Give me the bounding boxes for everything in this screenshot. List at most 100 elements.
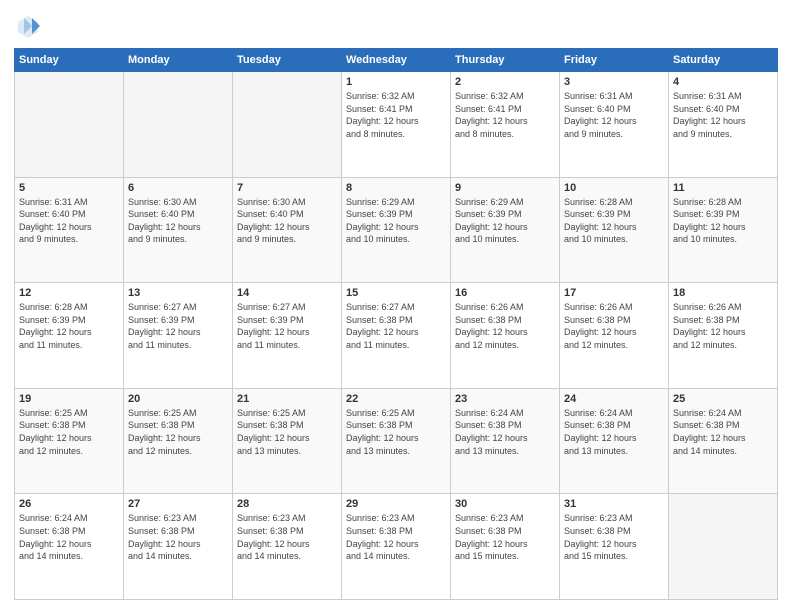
day-info: Sunrise: 6:28 AM Sunset: 6:39 PM Dayligh… [19, 301, 119, 351]
day-info: Sunrise: 6:24 AM Sunset: 6:38 PM Dayligh… [564, 407, 664, 457]
day-number: 15 [346, 287, 446, 299]
header-day-friday: Friday [560, 49, 669, 72]
day-info: Sunrise: 6:26 AM Sunset: 6:38 PM Dayligh… [564, 301, 664, 351]
page: SundayMondayTuesdayWednesdayThursdayFrid… [0, 0, 792, 612]
header-day-monday: Monday [124, 49, 233, 72]
table-row: 27 Sunrise: 6:23 AM Sunset: 6:38 PM Dayli… [124, 494, 233, 600]
day-info: Sunrise: 6:26 AM Sunset: 6:38 PM Dayligh… [673, 301, 773, 351]
table-row [233, 72, 342, 178]
table-row: 18 Sunrise: 6:26 AM Sunset: 6:38 PM Dayli… [669, 283, 778, 389]
header-day-saturday: Saturday [669, 49, 778, 72]
day-info: Sunrise: 6:26 AM Sunset: 6:38 PM Dayligh… [455, 301, 555, 351]
day-info: Sunrise: 6:24 AM Sunset: 6:38 PM Dayligh… [19, 512, 119, 562]
table-row: 8 Sunrise: 6:29 AM Sunset: 6:39 PM Daylig… [342, 177, 451, 283]
day-number: 1 [346, 76, 446, 88]
table-row: 3Sunrise: 6:31 AM Sunset: 6:40 PM Daylig… [560, 72, 669, 178]
table-row: 23 Sunrise: 6:24 AM Sunset: 6:38 PM Dayli… [451, 388, 560, 494]
table-row: 11 Sunrise: 6:28 AM Sunset: 6:39 PM Dayli… [669, 177, 778, 283]
day-number: 8 [346, 182, 446, 194]
day-info: Sunrise: 6:23 AM Sunset: 6:38 PM Dayligh… [455, 512, 555, 562]
table-row: 20 Sunrise: 6:25 AM Sunset: 6:38 PM Dayli… [124, 388, 233, 494]
day-number: 16 [455, 287, 555, 299]
day-info: Sunrise: 6:25 AM Sunset: 6:38 PM Dayligh… [237, 407, 337, 457]
day-number: 21 [237, 393, 337, 405]
table-row [669, 494, 778, 600]
header-day-wednesday: Wednesday [342, 49, 451, 72]
day-number: 27 [128, 498, 228, 510]
day-info: Sunrise: 6:25 AM Sunset: 6:38 PM Dayligh… [128, 407, 228, 457]
day-number: 17 [564, 287, 664, 299]
table-row: 1 Sunrise: 6:32 AM Sunset: 6:41 PM Daylig… [342, 72, 451, 178]
table-row: 26 Sunrise: 6:24 AM Sunset: 6:38 PM Dayli… [15, 494, 124, 600]
day-number: 22 [346, 393, 446, 405]
day-info: Sunrise: 6:28 AM Sunset: 6:39 PM Dayligh… [673, 196, 773, 246]
week-row-1: 1 Sunrise: 6:32 AM Sunset: 6:41 PM Daylig… [15, 72, 778, 178]
day-number: 11 [673, 182, 773, 194]
day-info: Sunrise: 6:28 AM Sunset: 6:39 PM Dayligh… [564, 196, 664, 246]
table-row: 7 Sunrise: 6:30 AM Sunset: 6:40 PM Daylig… [233, 177, 342, 283]
day-number: 31 [564, 498, 664, 510]
day-number: 26 [19, 498, 119, 510]
table-row: 24Sunrise: 6:24 AM Sunset: 6:38 PM Dayli… [560, 388, 669, 494]
table-row: 9 Sunrise: 6:29 AM Sunset: 6:39 PM Daylig… [451, 177, 560, 283]
table-row: 25Sunrise: 6:24 AM Sunset: 6:38 PM Dayli… [669, 388, 778, 494]
day-info: Sunrise: 6:32 AM Sunset: 6:41 PM Dayligh… [455, 90, 555, 140]
day-info: Sunrise: 6:23 AM Sunset: 6:38 PM Dayligh… [237, 512, 337, 562]
day-number: 13 [128, 287, 228, 299]
week-row-5: 26 Sunrise: 6:24 AM Sunset: 6:38 PM Dayli… [15, 494, 778, 600]
day-info: Sunrise: 6:30 AM Sunset: 6:40 PM Dayligh… [128, 196, 228, 246]
day-number: 7 [237, 182, 337, 194]
day-info: Sunrise: 6:23 AM Sunset: 6:38 PM Dayligh… [128, 512, 228, 562]
day-number: 6 [128, 182, 228, 194]
day-number: 18 [673, 287, 773, 299]
day-number: 29 [346, 498, 446, 510]
table-row: 13Sunrise: 6:27 AM Sunset: 6:39 PM Dayli… [124, 283, 233, 389]
day-info: Sunrise: 6:30 AM Sunset: 6:40 PM Dayligh… [237, 196, 337, 246]
day-info: Sunrise: 6:24 AM Sunset: 6:38 PM Dayligh… [673, 407, 773, 457]
table-row: 12 Sunrise: 6:28 AM Sunset: 6:39 PM Dayli… [15, 283, 124, 389]
table-row [15, 72, 124, 178]
table-row [124, 72, 233, 178]
day-info: Sunrise: 6:31 AM Sunset: 6:40 PM Dayligh… [19, 196, 119, 246]
day-info: Sunrise: 6:24 AM Sunset: 6:38 PM Dayligh… [455, 407, 555, 457]
table-row: 30 Sunrise: 6:23 AM Sunset: 6:38 PM Dayli… [451, 494, 560, 600]
day-number: 14 [237, 287, 337, 299]
header-day-sunday: Sunday [15, 49, 124, 72]
day-number: 19 [19, 393, 119, 405]
day-number: 20 [128, 393, 228, 405]
day-number: 4 [673, 76, 773, 88]
table-row: 31 Sunrise: 6:23 AM Sunset: 6:38 PM Dayli… [560, 494, 669, 600]
logo [14, 12, 46, 40]
table-row: 17 Sunrise: 6:26 AM Sunset: 6:38 PM Dayli… [560, 283, 669, 389]
table-row: 29Sunrise: 6:23 AM Sunset: 6:38 PM Dayli… [342, 494, 451, 600]
day-number: 9 [455, 182, 555, 194]
day-info: Sunrise: 6:29 AM Sunset: 6:39 PM Dayligh… [455, 196, 555, 246]
day-info: Sunrise: 6:32 AM Sunset: 6:41 PM Dayligh… [346, 90, 446, 140]
table-row: 6 Sunrise: 6:30 AM Sunset: 6:40 PM Daylig… [124, 177, 233, 283]
day-number: 3 [564, 76, 664, 88]
header-row: SundayMondayTuesdayWednesdayThursdayFrid… [15, 49, 778, 72]
day-info: Sunrise: 6:29 AM Sunset: 6:39 PM Dayligh… [346, 196, 446, 246]
calendar-table: SundayMondayTuesdayWednesdayThursdayFrid… [14, 48, 778, 600]
table-row: 22 Sunrise: 6:25 AM Sunset: 6:38 PM Dayli… [342, 388, 451, 494]
week-row-2: 5 Sunrise: 6:31 AM Sunset: 6:40 PM Daylig… [15, 177, 778, 283]
day-info: Sunrise: 6:27 AM Sunset: 6:39 PM Dayligh… [237, 301, 337, 351]
day-info: Sunrise: 6:25 AM Sunset: 6:38 PM Dayligh… [19, 407, 119, 457]
day-info: Sunrise: 6:27 AM Sunset: 6:38 PM Dayligh… [346, 301, 446, 351]
header-day-tuesday: Tuesday [233, 49, 342, 72]
day-number: 23 [455, 393, 555, 405]
week-row-4: 19 Sunrise: 6:25 AM Sunset: 6:38 PM Dayli… [15, 388, 778, 494]
day-number: 2 [455, 76, 555, 88]
day-number: 5 [19, 182, 119, 194]
day-number: 30 [455, 498, 555, 510]
day-number: 12 [19, 287, 119, 299]
table-row: 2 Sunrise: 6:32 AM Sunset: 6:41 PM Daylig… [451, 72, 560, 178]
header-day-thursday: Thursday [451, 49, 560, 72]
day-info: Sunrise: 6:23 AM Sunset: 6:38 PM Dayligh… [564, 512, 664, 562]
table-row: 4Sunrise: 6:31 AM Sunset: 6:40 PM Daylig… [669, 72, 778, 178]
day-info: Sunrise: 6:25 AM Sunset: 6:38 PM Dayligh… [346, 407, 446, 457]
logo-icon [14, 12, 42, 40]
table-row: 28 Sunrise: 6:23 AM Sunset: 6:38 PM Dayli… [233, 494, 342, 600]
day-number: 28 [237, 498, 337, 510]
table-row: 16 Sunrise: 6:26 AM Sunset: 6:38 PM Dayli… [451, 283, 560, 389]
